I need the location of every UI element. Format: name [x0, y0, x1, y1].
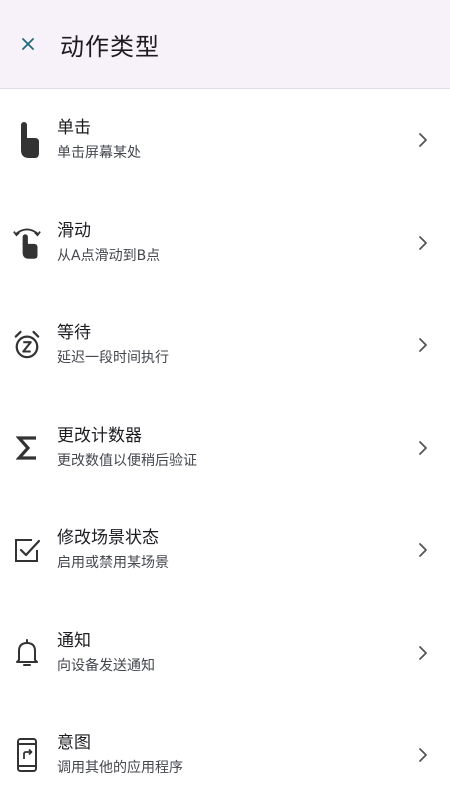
action-item-swipe[interactable]: 滑动 从A点滑动到B点 — [0, 192, 450, 295]
action-type-list: 单击 单击屏幕某处 滑动 从A点滑动到B点 等待 延迟一段时间执行 更改计数器 … — [0, 89, 450, 800]
action-item-notification[interactable]: 通知 向设备发送通知 — [0, 602, 450, 705]
action-item-scene-state[interactable]: 修改场景状态 启用或禁用某场景 — [0, 499, 450, 602]
app-root: 动作类型 单击 单击屏幕某处 滑动 从A点滑动到B点 等待 延迟一段时间执行 更… — [0, 0, 450, 800]
action-item-label: 滑动 — [57, 220, 91, 241]
action-item-description: 向设备发送通知 — [57, 657, 155, 674]
action-item-label: 更改计数器 — [57, 425, 142, 446]
chevron-right-icon — [419, 645, 427, 660]
action-item-counter[interactable]: 更改计数器 更改数值以便稍后验证 — [0, 397, 450, 500]
action-item-description: 更改数值以便稍后验证 — [57, 452, 197, 469]
chevron-right-icon — [419, 440, 427, 455]
action-item-label: 意图 — [57, 733, 91, 754]
bell-icon — [13, 633, 41, 673]
close-icon — [22, 38, 34, 50]
sigma-icon — [13, 428, 41, 468]
tap-gesture-icon — [13, 120, 41, 160]
swipe-gesture-icon — [13, 223, 41, 263]
action-item-description: 从A点滑动到B点 — [57, 247, 161, 264]
action-item-label: 等待 — [57, 323, 91, 344]
action-item-label: 单击 — [57, 118, 91, 139]
chevron-right-icon — [419, 748, 427, 763]
action-item-intent[interactable]: 意图 调用其他的应用程序 — [0, 704, 450, 800]
snooze-alarm-icon — [13, 325, 41, 365]
phone-forward-icon — [13, 735, 41, 775]
action-item-description: 调用其他的应用程序 — [57, 760, 183, 777]
chevron-right-icon — [419, 338, 427, 353]
close-button[interactable] — [0, 0, 56, 88]
action-item-description: 启用或禁用某场景 — [57, 555, 169, 572]
top-app-bar: 动作类型 — [0, 0, 450, 89]
action-item-tap[interactable]: 单击 单击屏幕某处 — [0, 89, 450, 192]
action-item-description: 单击屏幕某处 — [57, 145, 141, 162]
chevron-right-icon — [419, 235, 427, 250]
chevron-right-icon — [419, 133, 427, 148]
action-item-wait[interactable]: 等待 延迟一段时间执行 — [0, 294, 450, 397]
chevron-right-icon — [419, 543, 427, 558]
action-item-label: 修改场景状态 — [57, 528, 159, 549]
page-title: 动作类型 — [60, 32, 160, 61]
action-item-label: 通知 — [57, 630, 91, 651]
checkbox-icon — [13, 530, 41, 570]
action-item-description: 延迟一段时间执行 — [57, 350, 169, 367]
